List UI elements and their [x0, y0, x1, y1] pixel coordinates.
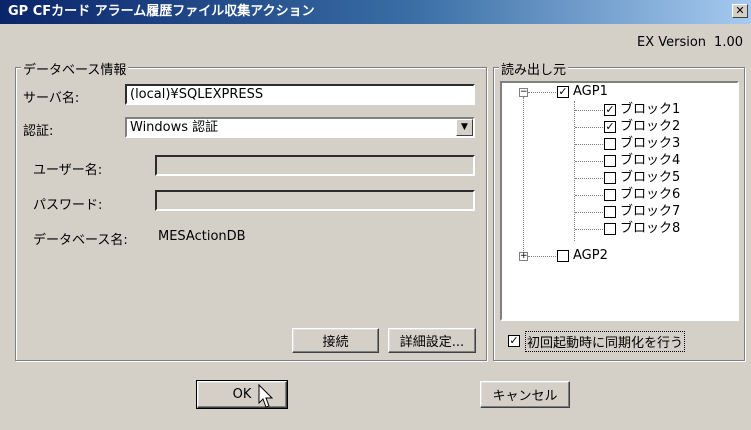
version-label: EX Version	[636, 35, 707, 50]
close-button[interactable]: ✕	[732, 4, 748, 18]
title-bar: GP CFカード アラーム履歴ファイル収集アクション ✕	[0, 0, 751, 24]
version-number: 1.00	[714, 35, 743, 50]
server-label: サーバ名:	[23, 91, 80, 106]
source-tree[interactable]: − ✓ AGP1 ✓ ブロック1 ✓ ブロック2 ブロック3 ブロック4 ブロッ…	[500, 81, 739, 321]
username-label: ユーザー名:	[33, 163, 103, 178]
checkbox-block4[interactable]	[604, 155, 616, 167]
tree-node-block8-label: ブロック8	[620, 221, 681, 236]
tree-node-agp1-label: AGP1	[573, 84, 608, 99]
auth-label: 認証:	[23, 124, 54, 139]
dbname-label: データベース名:	[33, 233, 128, 248]
auth-select[interactable]: Windows 認証 ▼	[125, 117, 475, 138]
cancel-button[interactable]: キャンセル	[480, 381, 570, 408]
tree-node-block2-label: ブロック2	[620, 119, 681, 134]
tree-node-block1-label: ブロック1	[620, 102, 681, 117]
tree-node-agp2-label: AGP2	[573, 248, 608, 263]
sync-checkbox[interactable]: ✓	[508, 335, 520, 347]
tree-node-block3-label: ブロック3	[620, 136, 681, 151]
dialog-window: GP CFカード アラーム履歴ファイル収集アクション ✕ EX Version 1…	[0, 0, 751, 430]
username-input[interactable]	[155, 155, 475, 176]
close-icon: ✕	[735, 4, 745, 17]
mouse-pointer-icon	[258, 384, 274, 408]
minus-icon[interactable]: −	[519, 88, 528, 97]
checkbox-block7[interactable]	[604, 206, 616, 218]
checkbox-block3[interactable]	[604, 138, 616, 150]
connect-button[interactable]: 接続	[292, 328, 379, 353]
sync-label[interactable]: 初回起動時に同期化を行う	[524, 331, 686, 352]
checkbox-agp1[interactable]: ✓	[557, 86, 569, 98]
server-input[interactable]	[125, 84, 475, 105]
tree-node-block6-label: ブロック6	[620, 187, 681, 202]
database-info-group: データベース情報	[15, 59, 487, 361]
window-title: GP CFカード アラーム履歴ファイル収集アクション	[8, 4, 315, 19]
checkbox-agp2[interactable]	[557, 250, 569, 262]
checkbox-block5[interactable]	[604, 172, 616, 184]
checkbox-block1[interactable]: ✓	[604, 104, 616, 116]
checkbox-block6[interactable]	[604, 189, 616, 201]
version-info: EX Version 1.00	[637, 35, 743, 50]
advanced-settings-button[interactable]: 詳細設定...	[388, 328, 476, 353]
dbname-value: MESActionDB	[158, 229, 246, 244]
database-info-legend: データベース情報	[21, 59, 129, 78]
chevron-down-icon[interactable]: ▼	[456, 119, 473, 136]
source-legend: 読み出し元	[499, 59, 569, 78]
password-input[interactable]	[155, 190, 475, 211]
password-label: パスワード:	[33, 198, 103, 213]
checkbox-block2[interactable]: ✓	[604, 121, 616, 133]
plus-icon[interactable]: +	[519, 252, 528, 261]
auth-select-value: Windows 認証	[130, 120, 219, 135]
tree-node-block7-label: ブロック7	[620, 204, 681, 219]
checkbox-block8[interactable]	[604, 223, 616, 235]
tree-node-block4-label: ブロック4	[620, 153, 681, 168]
tree-node-block5-label: ブロック5	[620, 170, 681, 185]
